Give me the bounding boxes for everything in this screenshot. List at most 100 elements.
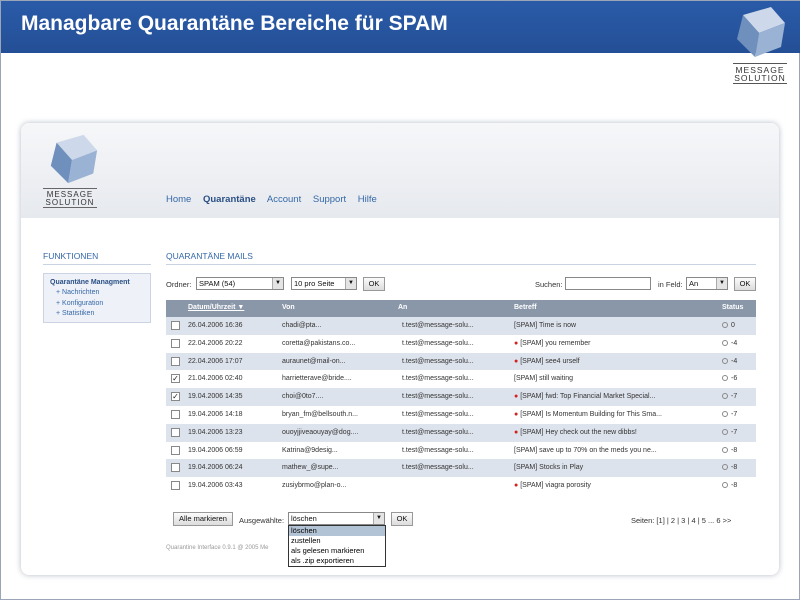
cell-from: ouoyjjiveaouyay@dog.... xyxy=(282,428,359,436)
cell-status: -4 xyxy=(722,357,737,365)
filter-ok-button[interactable]: OK xyxy=(363,277,385,291)
table-row[interactable]: 22.04.2006 17:07 auraunet@mail-on... t.tes… xyxy=(166,352,756,371)
column-status[interactable]: Status xyxy=(722,304,743,311)
row-checkbox[interactable] xyxy=(171,481,180,491)
row-checkbox[interactable] xyxy=(171,338,180,348)
row-checkbox[interactable] xyxy=(171,427,180,437)
action-option-deliver[interactable]: zustellen xyxy=(289,536,385,546)
cell-date: 22.04.2006 17:07 xyxy=(188,357,243,365)
cell-status-text: -8 xyxy=(731,446,738,454)
cell-status-text: -7 xyxy=(731,428,738,436)
table-body: 26.04.2006 16:36 chadi@pta... t.test@messa… xyxy=(166,317,756,495)
column-date[interactable]: Datum/Uhrzeit ▼ xyxy=(188,304,244,311)
logo-text-line2: SOLUTION xyxy=(733,73,787,84)
row-checkbox[interactable] xyxy=(171,409,180,419)
clock-icon xyxy=(722,482,728,489)
cell-subject[interactable]: ● [SPAM] fwd: Top Financial Market Specia… xyxy=(514,393,655,400)
cell-subject[interactable]: ● [SPAM] Is Momentum Building for This Sm… xyxy=(514,411,662,418)
folder-select[interactable]: SPAM (54) ▼ xyxy=(196,277,284,290)
app-cube-logo-icon xyxy=(50,134,98,184)
sidebar-item-quarantine-management[interactable]: Quarantäne Managment xyxy=(50,279,144,286)
flag-dot-icon: ● xyxy=(514,428,519,436)
row-checkbox[interactable] xyxy=(171,463,180,473)
slide-title: Managbare Quarantäne Bereiche für SPAM xyxy=(21,12,448,35)
cell-subject[interactable]: [SPAM] Time is now xyxy=(514,322,576,329)
per-page-select[interactable]: 10 pro Seite ▼ xyxy=(291,277,357,290)
table-row[interactable]: ✓ 21.04.2006 02:40 harrietterave@bride....… xyxy=(166,370,756,389)
quarantine-app-window: MESSAGE SOLUTION Home Quarantäne Account… xyxy=(21,123,779,575)
cell-subject[interactable]: ● [SPAM] Hey check out the new dibbs! xyxy=(514,429,637,436)
nav-quarantine[interactable]: Quarantäne xyxy=(203,194,256,205)
column-subject[interactable]: Betreff xyxy=(514,304,537,311)
cell-status: -7 xyxy=(722,428,738,436)
cell-status-text: -7 xyxy=(731,393,738,401)
cell-to: t.test@message-solu... xyxy=(402,464,474,472)
row-checkbox[interactable] xyxy=(171,445,180,455)
search-input[interactable] xyxy=(565,277,651,290)
row-checkbox[interactable] xyxy=(171,356,180,366)
folder-select-value: SPAM (54) xyxy=(199,279,236,288)
cell-subject-text: [SPAM] Is Momentum Building for This Sma… xyxy=(520,410,662,418)
cell-subject[interactable]: ● [SPAM] viagra porosity xyxy=(514,482,591,489)
table-row[interactable]: ✓ 19.04.2006 14:35 choi@0to7.... t.test@mes… xyxy=(166,388,756,406)
cell-subject[interactable]: ● [SPAM] see4 urself xyxy=(514,358,580,365)
table-row[interactable]: 19.04.2006 14:18 bryan_fm@bellsouth.n... t… xyxy=(166,405,756,424)
flag-dot-icon: ● xyxy=(514,410,519,418)
cell-status: 0 xyxy=(722,322,735,329)
row-checkbox[interactable]: ✓ xyxy=(171,374,180,384)
field-select[interactable]: An ▼ xyxy=(686,277,728,290)
cell-from: mathew_@supe... xyxy=(282,464,339,472)
table-row[interactable]: 19.04.2006 13:23 ouoyjjiveaouyay@dog.... t… xyxy=(166,423,756,442)
search-ok-button[interactable]: OK xyxy=(734,277,756,291)
footer-text: Quarantine Interface 0.9.1 @ 2005 Me xyxy=(166,545,269,551)
nav-account[interactable]: Account xyxy=(267,194,301,205)
row-checkbox[interactable] xyxy=(171,321,180,330)
nav-home[interactable]: Home xyxy=(166,194,191,205)
cell-status: -8 xyxy=(722,464,737,471)
sidebar-item-statistics[interactable]: + Statistiken xyxy=(56,309,144,320)
cell-to: t.test@message-solu... xyxy=(402,428,474,436)
table-row[interactable]: 19.04.2006 03:43 zusiybrmo@plan-o... ● [SPA… xyxy=(166,477,756,495)
action-ok-button[interactable]: OK xyxy=(391,512,413,526)
cell-subject[interactable]: [SPAM] still waiting xyxy=(514,375,573,382)
field-select-value: An xyxy=(689,279,699,288)
cell-status: -4 xyxy=(722,339,738,347)
presentation-slide: Managbare Quarantäne Bereiche für SPAM M… xyxy=(0,0,800,600)
action-option-mark-read[interactable]: als gelesen markieren xyxy=(289,546,385,556)
table-row[interactable]: 22.04.2006 20:22 coretta@pakistans.co... t… xyxy=(166,334,756,353)
pagination[interactable]: Seiten: [1] | 2 | 3 | 4 | 5 ... 6 >> xyxy=(631,516,731,525)
nav-help[interactable]: Hilfe xyxy=(358,194,377,205)
row-checkbox[interactable]: ✓ xyxy=(171,392,180,402)
action-dropdown-list[interactable]: löschen zustellen als gelesen markieren … xyxy=(288,525,386,567)
sidebar-heading: FUNKTIONEN xyxy=(43,251,151,265)
action-select[interactable]: löschen ▼ xyxy=(288,512,385,525)
table-row[interactable]: 19.04.2006 06:59 Katrina@9desig... t.test@… xyxy=(166,441,756,460)
cell-date: 26.04.2006 16:36 xyxy=(188,322,243,329)
clock-icon xyxy=(722,357,728,364)
cell-subject[interactable]: ● [SPAM] you remember xyxy=(514,340,591,347)
cell-subject-text: [SPAM] you remember xyxy=(520,339,591,347)
sidebar-item-messages[interactable]: + Nachrichten xyxy=(56,288,144,299)
cell-subject[interactable]: [SPAM] save up to 70% on the meds you ne… xyxy=(514,447,657,454)
mark-all-button[interactable]: Alle markieren xyxy=(173,512,233,526)
app-logo: MESSAGE SOLUTION xyxy=(43,133,103,208)
table-row[interactable]: 26.04.2006 16:36 chadi@pta... t.test@messa… xyxy=(166,317,756,335)
clock-icon xyxy=(722,464,728,471)
cell-status-text: -4 xyxy=(731,339,738,347)
nav-support[interactable]: Support xyxy=(313,194,346,205)
field-label: in Feld: xyxy=(658,280,683,289)
table-header: Datum/Uhrzeit ▼ Von An Betreff Status xyxy=(166,300,756,317)
sidebar-item-label: Konfiguration xyxy=(62,299,104,307)
column-to[interactable]: An xyxy=(398,304,407,311)
cell-status: -7 xyxy=(722,393,737,400)
table-row[interactable]: 19.04.2006 06:24 mathew_@supe... t.test@me… xyxy=(166,459,756,478)
cell-to: t.test@message-solu... xyxy=(402,393,474,401)
action-option-export-zip[interactable]: als .zip exportieren xyxy=(289,556,385,566)
cell-subject[interactable]: [SPAM] Stocks in Play xyxy=(514,464,583,471)
cell-status: -6 xyxy=(722,375,737,382)
search-label: Suchen: xyxy=(535,280,563,289)
action-option-delete[interactable]: löschen xyxy=(289,526,385,536)
cell-from: auraunet@mail-on... xyxy=(282,357,346,365)
column-from[interactable]: Von xyxy=(282,304,295,311)
sidebar-item-configuration[interactable]: + Konfiguration xyxy=(56,299,144,310)
